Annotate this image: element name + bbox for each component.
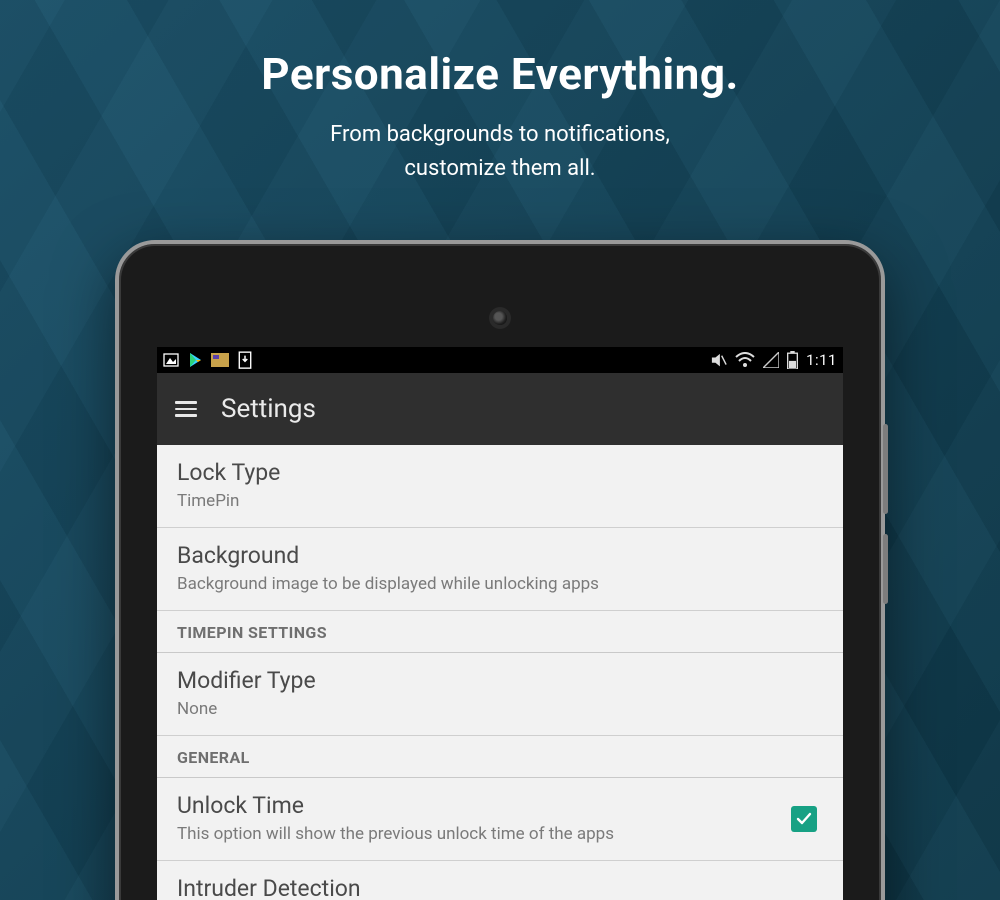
- section-header-general: GENERAL: [157, 736, 843, 778]
- settings-list[interactable]: Lock Type TimePin Background Background …: [157, 445, 843, 900]
- setting-subtitle: None: [177, 698, 823, 721]
- hero-title: Personalize Everything.: [0, 48, 1000, 100]
- status-time: 1:11: [806, 351, 837, 369]
- hero-banner: Personalize Everything. From backgrounds…: [0, 0, 1000, 186]
- setting-title: Background: [177, 542, 823, 569]
- status-bar: 1:11: [157, 347, 843, 373]
- play-store-icon: [187, 352, 203, 368]
- download-icon: [237, 352, 253, 368]
- setting-modifier-type[interactable]: Modifier Type None: [157, 653, 843, 736]
- section-header-timepin: TIMEPIN SETTINGS: [157, 611, 843, 653]
- battery-icon: [787, 352, 798, 369]
- device-button: [883, 424, 888, 514]
- device-screen: 1:11 Settings Lock Type TimePin Backgrou…: [157, 347, 843, 900]
- setting-lock-type[interactable]: Lock Type TimePin: [157, 445, 843, 528]
- setting-subtitle: TimePin: [177, 490, 823, 513]
- signal-icon: [763, 352, 779, 368]
- setting-intruder-detection[interactable]: Intruder Detection After enabling this o…: [157, 861, 843, 900]
- front-camera: [493, 311, 507, 325]
- setting-title: Modifier Type: [177, 667, 823, 694]
- app-toolbar: Settings: [157, 373, 843, 445]
- setting-background[interactable]: Background Background image to be displa…: [157, 528, 843, 611]
- mute-icon: [711, 352, 727, 368]
- device-button: [883, 534, 888, 604]
- setting-title: Intruder Detection: [177, 875, 775, 900]
- setting-subtitle: Background image to be displayed while u…: [177, 573, 823, 596]
- tablet-frame: 1:11 Settings Lock Type TimePin Backgrou…: [115, 240, 885, 900]
- image-icon: [163, 352, 179, 368]
- page-title: Settings: [221, 394, 316, 424]
- wifi-icon: [735, 352, 755, 368]
- setting-subtitle: This option will show the previous unloc…: [177, 823, 775, 846]
- hero-subtitle: From backgrounds to notifications, custo…: [0, 118, 1000, 186]
- setting-unlock-time[interactable]: Unlock Time This option will show the pr…: [157, 778, 843, 861]
- checkbox-checked-icon[interactable]: [791, 806, 817, 832]
- setting-title: Lock Type: [177, 459, 823, 486]
- menu-icon[interactable]: [175, 398, 197, 420]
- app-icon: [211, 352, 229, 368]
- setting-title: Unlock Time: [177, 792, 775, 819]
